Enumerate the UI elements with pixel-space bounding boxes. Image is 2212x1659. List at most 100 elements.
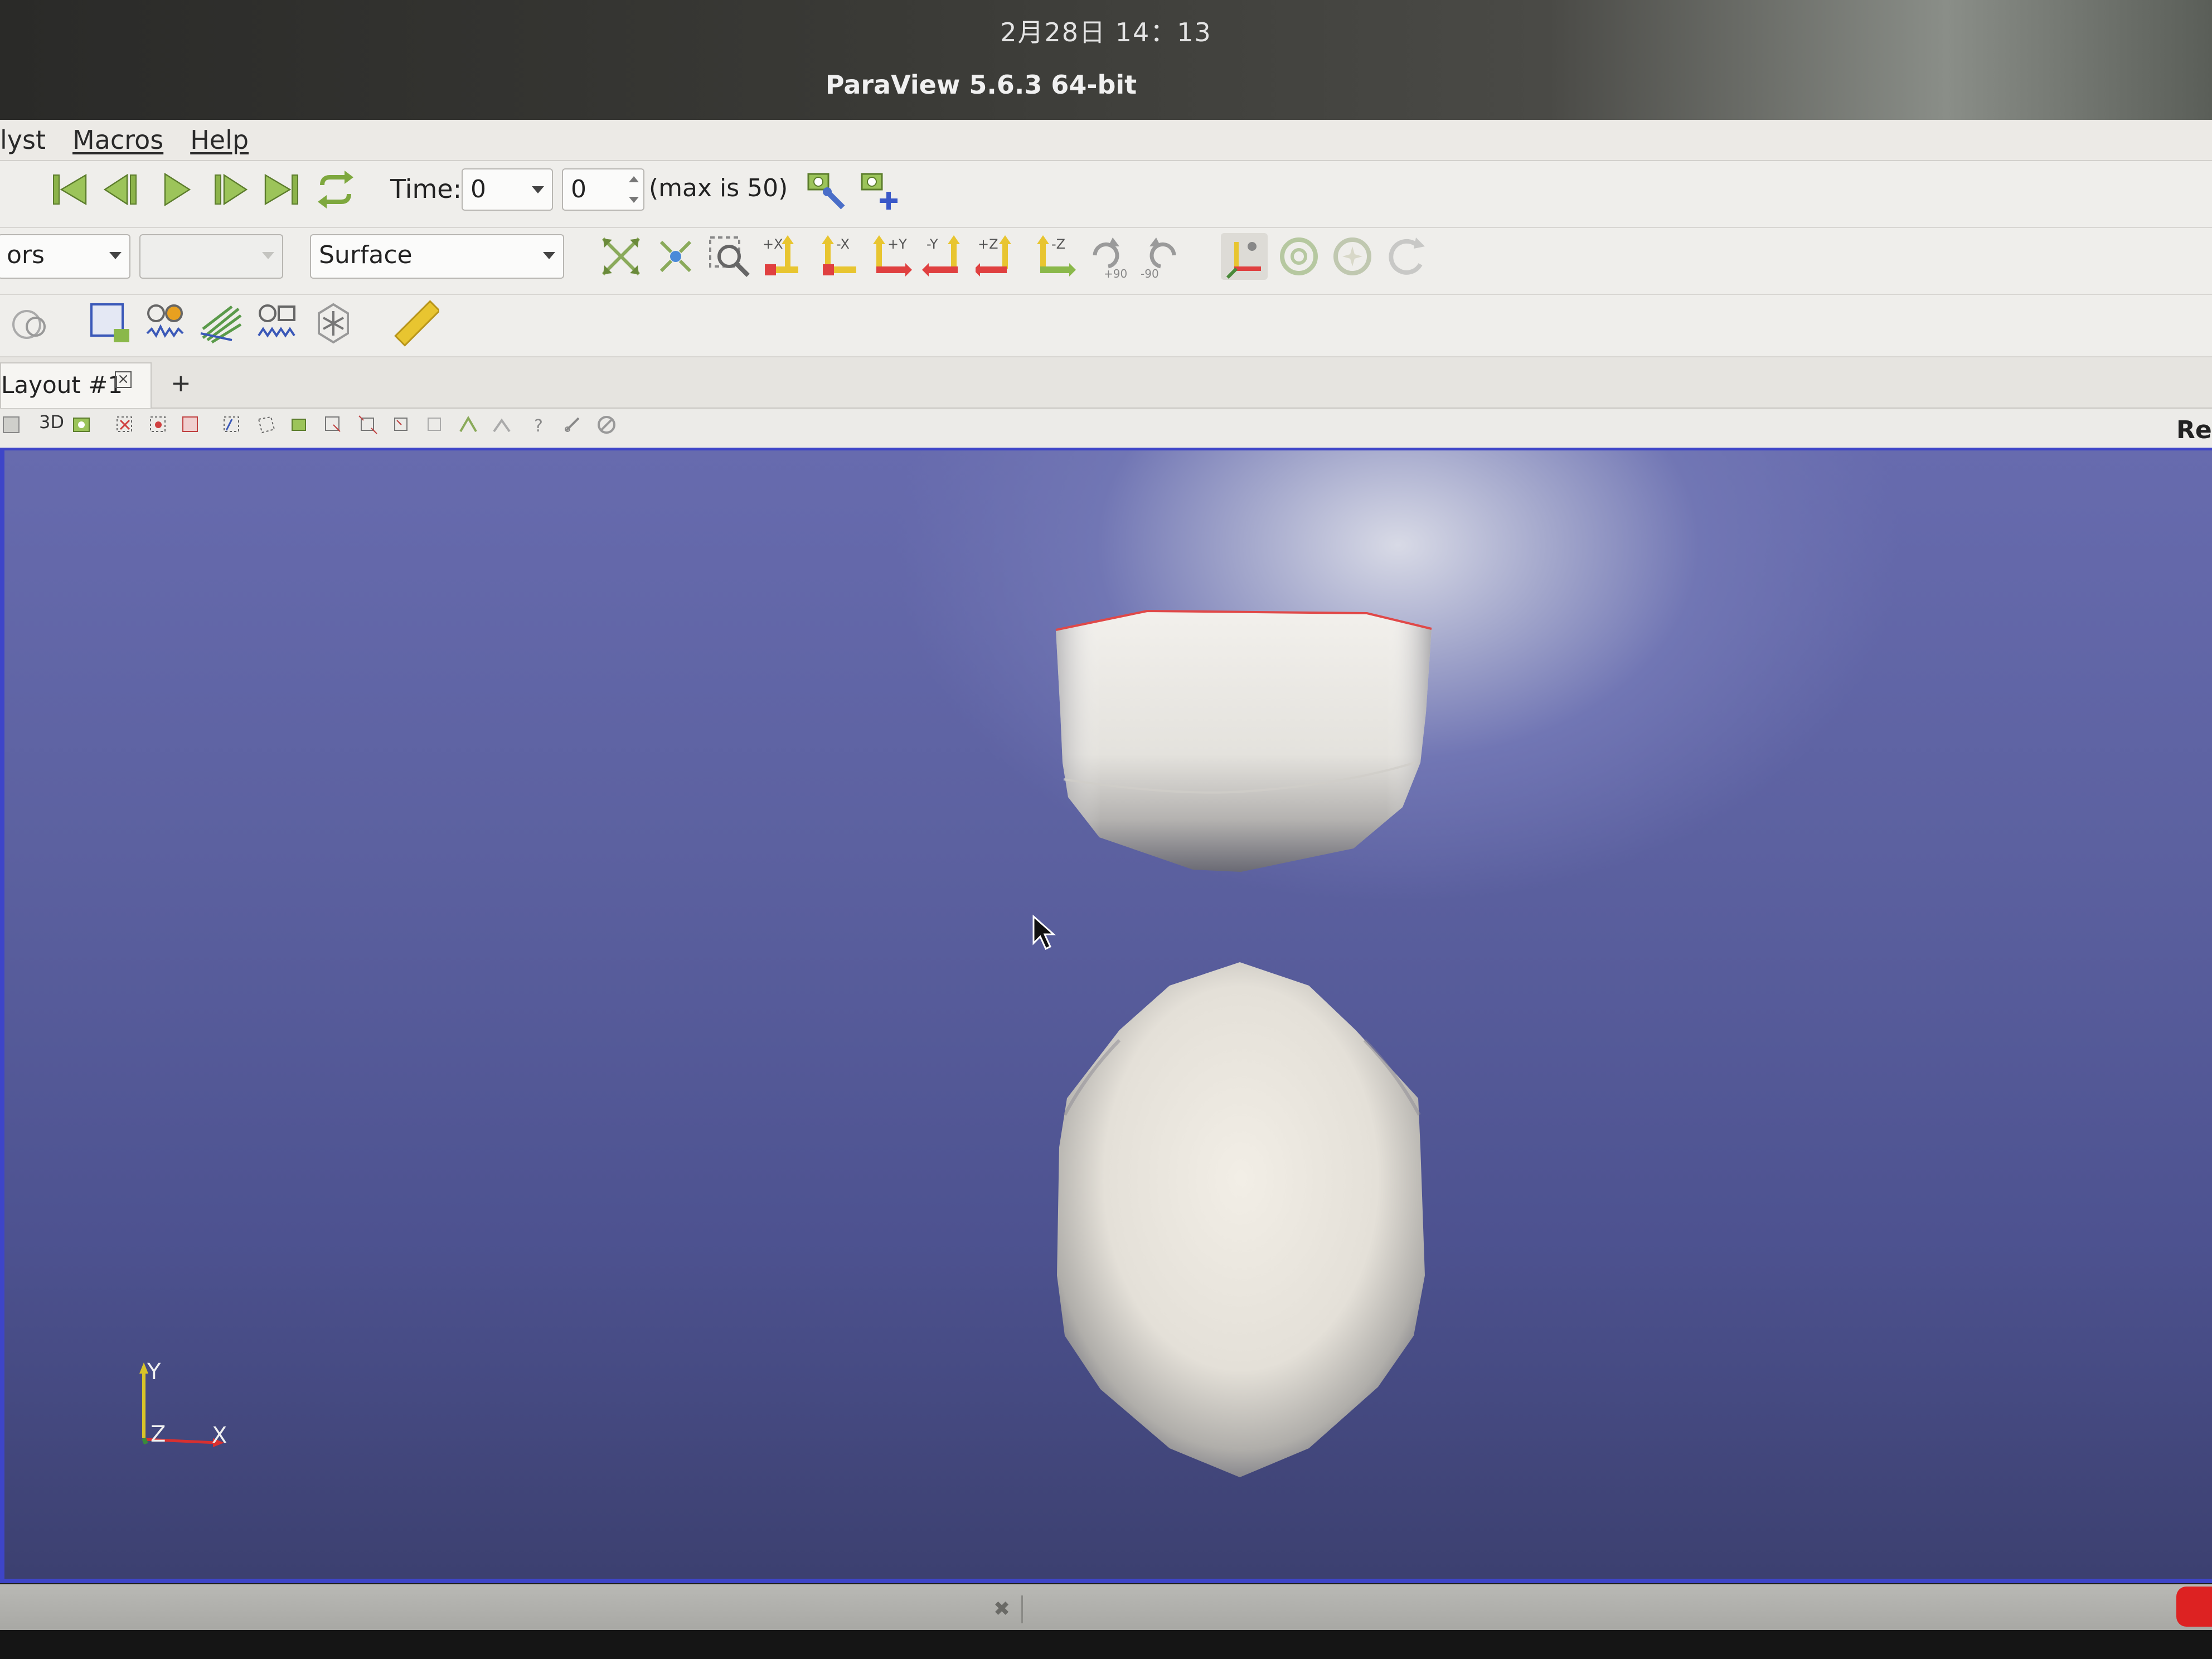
tab-label: Layout #1 <box>1 371 123 399</box>
select-polygon-button[interactable] <box>255 414 278 436</box>
time-settings-icon <box>807 173 845 210</box>
axis-minus-x-icon: -X <box>822 235 856 275</box>
polygon-select-icon <box>258 416 275 434</box>
rotate-plus-90-button[interactable]: +90 <box>1084 233 1131 280</box>
time-combo[interactable]: 0 <box>462 168 553 211</box>
edit-time-inspector-button[interactable] <box>805 167 852 214</box>
zoom-to-box-icon <box>709 236 750 277</box>
filter-stream-button[interactable] <box>198 300 245 347</box>
point-label-button[interactable] <box>457 414 479 436</box>
select-cells-frustum-button[interactable] <box>180 414 202 436</box>
svg-text:+90: +90 <box>1104 267 1127 280</box>
hover-icon <box>325 416 341 432</box>
play-button[interactable] <box>154 167 198 212</box>
timestep-value: 0 <box>571 175 586 203</box>
close-icon[interactable]: ✖ <box>993 1598 1010 1621</box>
select-block-button[interactable] <box>221 414 243 436</box>
representation-combo[interactable]: Surface <box>310 234 564 279</box>
menu-catalyst[interactable]: lyst <box>0 125 46 155</box>
edit-link-button[interactable] <box>562 414 584 436</box>
disable-button[interactable] <box>595 414 618 436</box>
svg-text:-Z: -Z <box>1051 236 1065 252</box>
system-clock[interactable]: 2月28日 14：13 <box>0 12 2212 49</box>
timestep-spinbox[interactable]: 0 <box>562 168 644 211</box>
reset-center-button[interactable] <box>1329 233 1376 280</box>
svg-text:+X: +X <box>763 236 783 252</box>
select-points-on-button[interactable] <box>147 414 169 436</box>
disable-icon <box>598 416 615 434</box>
chevron-down-icon <box>532 186 544 193</box>
reset-center-icon <box>1333 237 1371 275</box>
menu-macros[interactable]: Macros <box>72 125 163 155</box>
axis-minus-y-icon: -Y <box>922 235 960 276</box>
monitor-bezel <box>0 1630 2212 1659</box>
filter-glyph-button[interactable] <box>310 300 357 347</box>
previous-frame-button[interactable] <box>100 167 145 212</box>
select-cells-on-button[interactable] <box>114 414 136 436</box>
next-frame-button[interactable] <box>206 167 251 212</box>
time-value: 0 <box>470 175 486 203</box>
point-label-icon <box>459 416 477 433</box>
first-frame-icon <box>53 173 87 206</box>
hover-points-button[interactable] <box>322 414 345 436</box>
axis-z-label: Z <box>151 1422 166 1447</box>
upper-mesh-object[interactable] <box>1055 609 1432 872</box>
view-minus-z-button[interactable]: -Z <box>1029 233 1076 280</box>
zoom-to-data-button[interactable] <box>652 233 699 280</box>
block-select-icon <box>224 416 239 432</box>
svg-text:+Y: +Y <box>887 236 907 252</box>
cell-label-button[interactable] <box>491 414 513 436</box>
render-view[interactable]: Y Z X <box>0 450 2212 1583</box>
svg-text:-X: -X <box>836 236 850 252</box>
component-combo[interactable] <box>139 234 283 279</box>
view-plus-y-button[interactable]: +Y <box>867 233 914 280</box>
show-center-button[interactable] <box>1275 233 1322 280</box>
filter-contour-button[interactable] <box>87 300 134 347</box>
add-tab-button[interactable]: + <box>171 369 191 397</box>
filter-plot-over-time-button[interactable] <box>254 300 301 347</box>
reset-camera-button[interactable] <box>598 233 644 280</box>
first-frame-button[interactable] <box>48 167 93 212</box>
ruler-button[interactable] <box>392 300 441 347</box>
zoom-to-box-button[interactable] <box>706 233 753 280</box>
show-orientation-axes-button[interactable] <box>1221 233 1268 280</box>
add-animation-track-button[interactable] <box>858 167 905 214</box>
clear-selection-button[interactable] <box>424 414 446 436</box>
question-icon: ? <box>534 416 543 436</box>
chevron-down-icon <box>262 252 274 259</box>
rotate-minus-90-button[interactable]: -90 <box>1138 233 1185 280</box>
svg-text:+Z: +Z <box>978 236 998 252</box>
spin-down-icon[interactable] <box>629 197 639 203</box>
filter-histogram-button[interactable] <box>143 300 190 347</box>
query-button[interactable]: ? <box>528 414 551 436</box>
capture-screenshot-button[interactable] <box>71 414 94 436</box>
shrink-selection-button[interactable] <box>390 414 413 436</box>
split-view-button[interactable] <box>1 414 23 436</box>
window-title: ParaView 5.6.3 64-bit <box>825 70 1137 100</box>
view-minus-x-button[interactable]: -X <box>814 233 861 280</box>
view-minus-y-button[interactable]: -Y <box>922 233 969 280</box>
view-mode-3d-toggle[interactable]: 3D <box>39 411 64 433</box>
loop-button[interactable] <box>313 167 358 212</box>
grow-selection-button[interactable] <box>357 414 379 436</box>
axis-x-label: X <box>212 1423 227 1448</box>
render-scene <box>139 609 1432 1477</box>
last-frame-button[interactable] <box>259 167 303 212</box>
grow-icon <box>358 415 377 434</box>
select-points-icon <box>150 416 166 432</box>
interactive-select-button[interactable] <box>289 414 311 436</box>
input-method-icon[interactable] <box>2176 1587 2212 1627</box>
previous-frame-icon <box>103 173 137 206</box>
coloring-value: ors <box>7 241 45 269</box>
filter-calculator-button[interactable] <box>9 300 56 347</box>
chevron-down-icon <box>543 252 555 259</box>
lower-mesh-object[interactable] <box>1057 962 1425 1477</box>
menu-help[interactable]: Help <box>190 125 249 155</box>
view-plus-x-button[interactable]: +X <box>760 233 807 280</box>
spin-up-icon[interactable] <box>629 176 639 182</box>
next-frame-icon <box>215 173 248 206</box>
coloring-combo[interactable]: ors <box>0 234 130 279</box>
pick-center-button[interactable] <box>1382 233 1429 280</box>
view-plus-z-button[interactable]: +Z <box>973 233 1022 280</box>
close-icon[interactable]: × <box>115 371 132 388</box>
